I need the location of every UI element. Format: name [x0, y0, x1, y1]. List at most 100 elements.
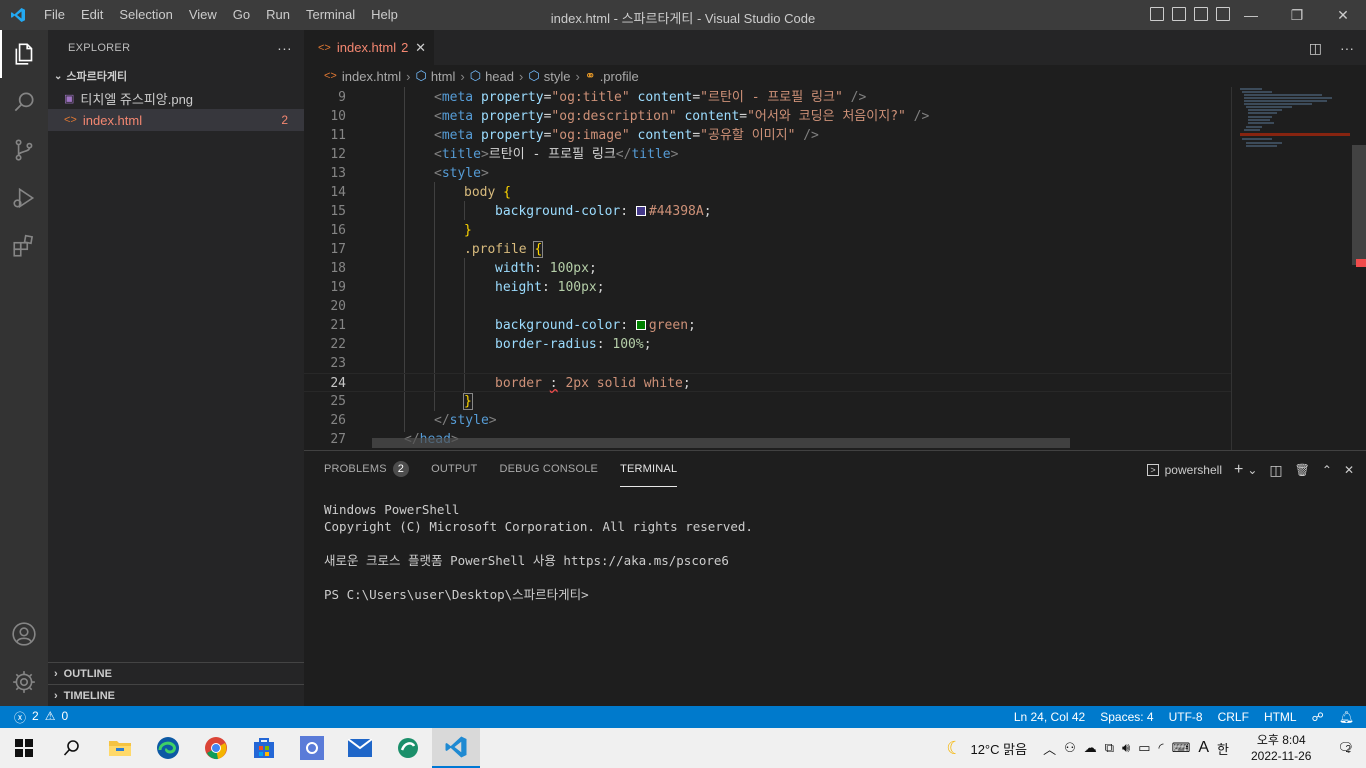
menu-run[interactable]: Run	[258, 0, 298, 30]
tab-terminal[interactable]: TERMINAL	[620, 451, 678, 487]
terminal-prompt: PS C:\Users\user\Desktop\스파르타게티>	[324, 587, 589, 602]
wifi-icon[interactable]: ◜	[1159, 740, 1164, 756]
settings-app-icon[interactable]	[288, 728, 336, 768]
more-actions-icon[interactable]: ···	[1340, 40, 1354, 57]
explorer-icon[interactable]	[0, 30, 48, 78]
feedback-icon[interactable]: ☍	[1312, 710, 1324, 724]
menu-edit[interactable]: Edit	[73, 0, 111, 30]
trash-icon[interactable]: 🗑	[1295, 463, 1310, 477]
encoding[interactable]: UTF-8	[1169, 710, 1203, 724]
toggle-secondary-sidebar-icon[interactable]	[1194, 7, 1208, 21]
keyboard-icon[interactable]: ⌨	[1172, 740, 1191, 756]
code-line: 23	[330, 356, 346, 371]
restore-icon[interactable]: ❐	[1274, 0, 1320, 30]
vscode-taskbar-icon[interactable]	[432, 728, 480, 768]
tab-problems[interactable]: PROBLEMS 2	[324, 451, 410, 487]
battery-icon[interactable]: ▭	[1138, 740, 1150, 756]
weather-text[interactable]: 12°C 맑음	[970, 739, 1027, 758]
editor-actions: ◫ ···	[1309, 40, 1354, 57]
shell-name[interactable]: powershell	[1165, 463, 1222, 477]
code-editor[interactable]: 9 <meta property="og:title" content="르탄이 …	[304, 87, 1366, 450]
more-actions-icon[interactable]: ···	[277, 40, 292, 56]
indentation[interactable]: Spaces: 4	[1100, 710, 1153, 724]
tab-output[interactable]: OUTPUT	[431, 451, 477, 487]
breadcrumb-item[interactable]: .profile	[600, 69, 639, 84]
menu-go[interactable]: Go	[225, 0, 258, 30]
close-panel-icon[interactable]: ✕	[1344, 463, 1354, 477]
windows-start-icon[interactable]	[0, 728, 48, 768]
minimap[interactable]	[1231, 87, 1351, 450]
file-item-png[interactable]: ▣ 티치엘 쥬스피앙.png	[48, 87, 304, 109]
ime-mode[interactable]: A	[1198, 739, 1209, 757]
split-editor-icon[interactable]: ◫	[1309, 40, 1322, 57]
terminal-output[interactable]: Windows PowerShell Copyright (C) Microso…	[324, 501, 753, 603]
weather-moon-icon[interactable]: ☾	[946, 738, 962, 759]
toggle-sidebar-icon[interactable]	[1150, 7, 1164, 21]
language-mode[interactable]: HTML	[1264, 710, 1297, 724]
system-tray: ☾ 12°C 맑음 ︿ ⚇ ☁ ⧉ 🔊︎ ▭ ◜ ⌨ A 한 오후 8:04 2…	[946, 728, 1366, 768]
status-right: Ln 24, Col 42 Spaces: 4 UTF-8 CRLF HTML …	[1014, 710, 1354, 724]
notification-center-icon[interactable]: 🗨︎ 2	[1337, 740, 1354, 756]
color-swatch[interactable]	[635, 320, 646, 330]
color-swatch[interactable]	[635, 206, 646, 216]
tray-app-icon[interactable]: ⚇	[1064, 740, 1076, 756]
store-icon[interactable]	[240, 728, 288, 768]
run-debug-icon[interactable]	[0, 174, 48, 222]
source-control-icon[interactable]	[0, 126, 48, 174]
speaker-icon[interactable]: 🔊︎	[1122, 740, 1130, 756]
vertical-scrollbar[interactable]	[1352, 87, 1366, 450]
status-bar: ⓧ 2 ⚠ 0 Ln 24, Col 42 Spaces: 4 UTF-8 CRLF…	[0, 706, 1366, 728]
clock[interactable]: 오후 8:04 2022-11-26	[1251, 732, 1312, 764]
search-icon[interactable]	[0, 78, 48, 126]
chevron-up-icon[interactable]: ︿	[1043, 739, 1056, 758]
horizontal-scrollbar[interactable]	[372, 438, 1070, 448]
split-terminal-icon[interactable]: ◫	[1269, 462, 1282, 479]
code-line: 10 <meta property="og:description" conten…	[330, 109, 930, 124]
meet-icon[interactable]: ⧉	[1105, 740, 1114, 756]
outline-section[interactable]: › OUTLINE	[48, 662, 304, 684]
tab-debug-console[interactable]: DEBUG CONSOLE	[499, 451, 598, 487]
ime-korean[interactable]: 한	[1217, 739, 1229, 758]
breadcrumb-item[interactable]: html	[431, 69, 456, 84]
toggle-panel-icon[interactable]	[1172, 7, 1186, 21]
tab-index-html[interactable]: <> index.html 2 ✕	[304, 30, 434, 65]
mail-icon[interactable]	[336, 728, 384, 768]
cloud-icon[interactable]: ☁	[1084, 740, 1097, 756]
menu-file[interactable]: File	[36, 0, 73, 30]
bg-color-value: #44398A	[648, 204, 704, 219]
new-terminal-icon[interactable]: +	[1234, 461, 1243, 479]
cursor-position[interactable]: Ln 24, Col 42	[1014, 710, 1085, 724]
notifications-bell-icon[interactable]: 🔔︎	[1339, 710, 1354, 724]
chrome-browser-icon[interactable]	[192, 728, 240, 768]
workspace-folder[interactable]: ⌄ 스파르타게티	[48, 65, 304, 87]
settings-gear-icon[interactable]	[0, 658, 48, 706]
breadcrumb-item[interactable]: head	[485, 69, 514, 84]
timeline-section[interactable]: › TIMELINE	[48, 684, 304, 706]
menu-terminal[interactable]: Terminal	[298, 0, 363, 30]
file-item-index-html[interactable]: <> index.html 2	[48, 109, 304, 131]
code-line: 9 <meta property="og:title" content="르탄이 …	[338, 90, 867, 105]
breadcrumb-item[interactable]: style	[544, 69, 571, 84]
extensions-icon[interactable]	[0, 222, 48, 270]
chevron-down-icon[interactable]: ⌄	[1247, 463, 1257, 477]
end-of-line[interactable]: CRLF	[1218, 710, 1249, 724]
menu-selection[interactable]: Selection	[111, 0, 180, 30]
breadcrumb-item[interactable]: index.html	[342, 69, 401, 84]
maximize-panel-icon[interactable]: ⌃	[1322, 463, 1332, 477]
tab-label: index.html	[336, 40, 397, 55]
close-tab-icon[interactable]: ✕	[415, 40, 426, 56]
og-image-value: "공유할 이미지"	[700, 128, 796, 143]
menu-view[interactable]: View	[181, 0, 225, 30]
search-icon[interactable]	[48, 728, 96, 768]
file-explorer-icon[interactable]	[96, 728, 144, 768]
code-line: 22 border-radius: 100%;	[330, 337, 652, 352]
edge-browser-icon[interactable]	[144, 728, 192, 768]
current-code-line: 24 border : 2px solid white;	[304, 373, 1231, 392]
minimize-icon[interactable]: —	[1228, 0, 1274, 30]
problems-status[interactable]: ⓧ 2 ⚠ 0	[0, 709, 68, 726]
class-symbol-icon: ⚭	[584, 68, 596, 83]
close-window-icon[interactable]: ✕	[1320, 0, 1366, 30]
menu-help[interactable]: Help	[363, 0, 406, 30]
accounts-icon[interactable]	[0, 610, 48, 658]
app-icon[interactable]	[384, 728, 432, 768]
